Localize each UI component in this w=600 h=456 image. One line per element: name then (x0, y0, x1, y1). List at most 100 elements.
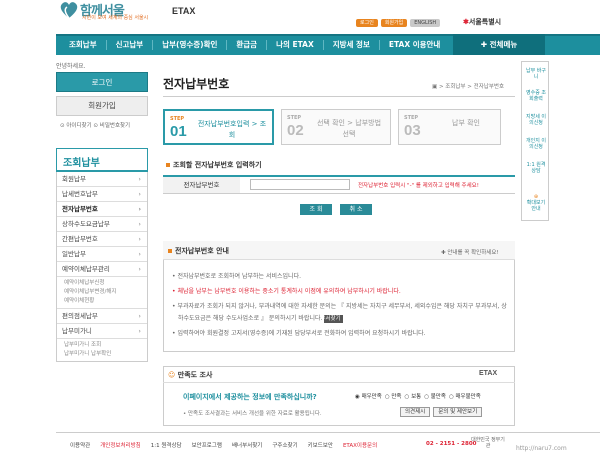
footer-keyboard-link[interactable]: 키보드보안 (308, 441, 333, 449)
radio-normal[interactable]: ○ 보통 (405, 392, 422, 400)
e-payment-number-input[interactable] (250, 179, 350, 190)
guide-line: • 입력하여야 회원결정 고지서(영수증)에 기재된 담당부서로 전화하여 입력… (172, 330, 426, 337)
quick-objection-2[interactable]: 개인지 이의신청 (524, 138, 548, 150)
left-submenu: 납부미가니 조회 납부미가니 납부확인 (57, 339, 147, 361)
logo-slogan: 시민이 모여 세계의 중심 서울시 (82, 15, 149, 21)
left-menu-label: 상하수도요금납부 (62, 220, 110, 228)
quick-objection[interactable]: 지방세 이의신청 (524, 114, 548, 126)
left-submenu: 예약이체납부신청 예약이체납부변경/해지 예약이체현황 (57, 277, 147, 309)
radio-satisfied[interactable]: ○ 만족 (385, 392, 402, 400)
greeting-text: 안녕하세요. (56, 63, 86, 70)
left-menu-item[interactable]: 상하수도요금납부 › (57, 217, 147, 232)
radio-very-unsatisfied[interactable]: ○ 매우불만족 (449, 392, 481, 400)
find-account-links[interactable]: ⊙ 아이디찾기 ⊙ 비밀번호찾기 (60, 121, 130, 129)
radio-very-satisfied[interactable]: ◉ 매우만족 (355, 392, 382, 400)
form-buttons: 조 회 취 소 (300, 204, 372, 215)
left-menu-item[interactable]: 일반납부 › (57, 247, 147, 262)
footer-phone: 02 - 2151 - 2800 (426, 441, 477, 447)
cancel-button[interactable]: 취 소 (340, 204, 372, 215)
nav-item-refund[interactable]: 환급금 (227, 40, 268, 50)
form-note: 전자납부번호 입력시 "-" 를 제외하고 입력해 주세요! (358, 183, 479, 189)
quick-cart[interactable]: 납부 바구니 (524, 68, 548, 80)
nav-item-tax-info[interactable]: 지방세 정보 (324, 40, 380, 50)
login-button[interactable]: 로그인 (56, 72, 148, 92)
nav-item-my-etax[interactable]: 나의 ETAX (267, 40, 324, 50)
quick-receipt[interactable]: 영수증 조회출력 (524, 90, 548, 102)
step-number: 03 (404, 122, 421, 139)
title-divider (163, 96, 515, 97)
step-text: 전자납부번호입력 > 조회 (197, 120, 267, 139)
submenu-item[interactable]: 예약이체현황 (64, 297, 147, 306)
footer-security-link[interactable]: 보안프로그램 (192, 441, 222, 449)
top-english-button[interactable]: ENGLISH (410, 19, 441, 27)
chevron-down-icon: › (138, 265, 141, 273)
view-inquiries-button[interactable]: 문의 및 제안보기 (433, 407, 483, 417)
left-menu-item[interactable]: 납부미가니 › (57, 324, 147, 339)
footer-contact-link[interactable]: ETAX이용문의 (343, 441, 377, 449)
guide-line: • 체납을 납부는 납부번호 이용하는 중소기 통계하시 이점에 유의하여 납부… (172, 288, 401, 295)
quick-zoom[interactable]: ⊕ 확대보기 안내 (524, 194, 548, 212)
form-label: 전자납부번호 (163, 177, 240, 193)
chevron-right-icon: › (138, 205, 141, 213)
seoul-heart-logo-icon (60, 2, 78, 19)
left-menu-label: 납세번호납부 (62, 190, 98, 198)
seoul-label: 서울특별시 (468, 19, 502, 26)
footer-address-link[interactable]: 구주소찾기 (272, 441, 297, 449)
quick-zoom-label: 확대보기 안내 (526, 200, 546, 212)
left-menu-item-active[interactable]: 전자납부번호 › (57, 202, 147, 217)
submenu-item[interactable]: 납부미가니 납부확인 (64, 350, 147, 359)
all-menu-button[interactable]: ✚ 전체메뉴 (453, 34, 545, 55)
nav-item-guide[interactable]: ETAX 이용안내 (380, 40, 449, 50)
left-menu-label: 일반납부 (62, 250, 86, 258)
radio-label: 만족 (391, 394, 402, 400)
smile-icon: ☺ (168, 371, 176, 379)
survey-title: ☺ 만족도 조사 (168, 370, 212, 380)
nav-item-inquiry-pay[interactable]: 조회납부 (60, 40, 107, 50)
left-menu-item[interactable]: 납세번호납부 › (57, 187, 147, 202)
left-menu-label: 전자납부번호 (62, 205, 98, 213)
left-menu-item[interactable]: 간편납부번호 › (57, 232, 147, 247)
survey-divider (163, 382, 515, 383)
quick-menu: 납부 바구니 영수증 조회출력 지방세 이의신청 개인지 이의신청 1:1 원격… (521, 61, 549, 221)
guide-notice: ✚ 안내를 꼭 확인하세요! (441, 250, 499, 256)
top-login-button[interactable]: 로그인 (356, 19, 378, 27)
submit-opinion-button[interactable]: 의견제시 (400, 407, 431, 417)
chevron-right-icon: › (138, 220, 141, 228)
step-label: STEP (287, 115, 302, 121)
guide-title: 전자납부번호 안내 (168, 246, 229, 256)
chevron-right-icon: › (138, 175, 141, 183)
section-title: 조회할 전자납부번호 입력하기 (166, 160, 262, 170)
footer-terms-link[interactable]: 이용약관 (70, 441, 90, 449)
find-department-button[interactable]: 부서찾기 (320, 315, 343, 323)
submenu-item[interactable]: 예약이체납부변경/해지 (64, 288, 147, 297)
guide-line: • 전자납부번호로 조회하여 납부하는 서비스입니다. (172, 273, 301, 280)
section-title-text: 조회할 전자납부번호 입력하기 (173, 161, 262, 169)
left-menu-item[interactable]: 회원납부 › (57, 172, 147, 187)
quick-remote[interactable]: 1:1 원격 상담 (524, 162, 548, 174)
left-menu-item[interactable]: 편의점세납부 › (57, 309, 147, 324)
top-join-button[interactable]: 회원가입 (380, 19, 408, 27)
join-button[interactable]: 회원가입 (56, 96, 148, 116)
search-button[interactable]: 조 회 (300, 204, 332, 215)
radio-label: 보통 (411, 394, 422, 400)
footer-links: 이용약관 개인정보처리방침 1:1 원격상담 보안프로그램 배너부서찾기 구주소… (70, 441, 377, 449)
step-label: STEP (170, 116, 185, 122)
nav-item-receipt[interactable]: 납부(영수증)확인 (153, 40, 228, 50)
left-menu-label: 회원납부 (62, 175, 86, 183)
footer-privacy-link[interactable]: 개인정보처리방침 (100, 441, 140, 449)
step-number: 02 (287, 122, 304, 139)
left-menu-item[interactable]: 예약이체납부관리 › (57, 262, 147, 277)
footer-gov-badge: 대한민국 정부기관 (471, 437, 505, 449)
step-number: 01 (170, 123, 187, 140)
submenu-item[interactable]: 납부미가니 조회 (64, 341, 147, 350)
survey-title-text: 만족도 조사 (177, 371, 213, 379)
footer-dept-link[interactable]: 배너부서찾기 (232, 441, 262, 449)
step-1: STEP 01 전자납부번호입력 > 조회 (163, 109, 274, 145)
radio-unsatisfied[interactable]: ○ 불만족 (424, 392, 446, 400)
seoul-city-link[interactable]: ✱서울특별시 (463, 17, 501, 27)
chevron-right-icon: › (138, 235, 141, 243)
submenu-item[interactable]: 예약이체납부신청 (64, 279, 147, 288)
footer-remote-link[interactable]: 1:1 원격상담 (151, 441, 182, 449)
step-text: 납부 확인 (452, 119, 480, 127)
nav-item-report-pay[interactable]: 신고납부 (107, 40, 154, 50)
